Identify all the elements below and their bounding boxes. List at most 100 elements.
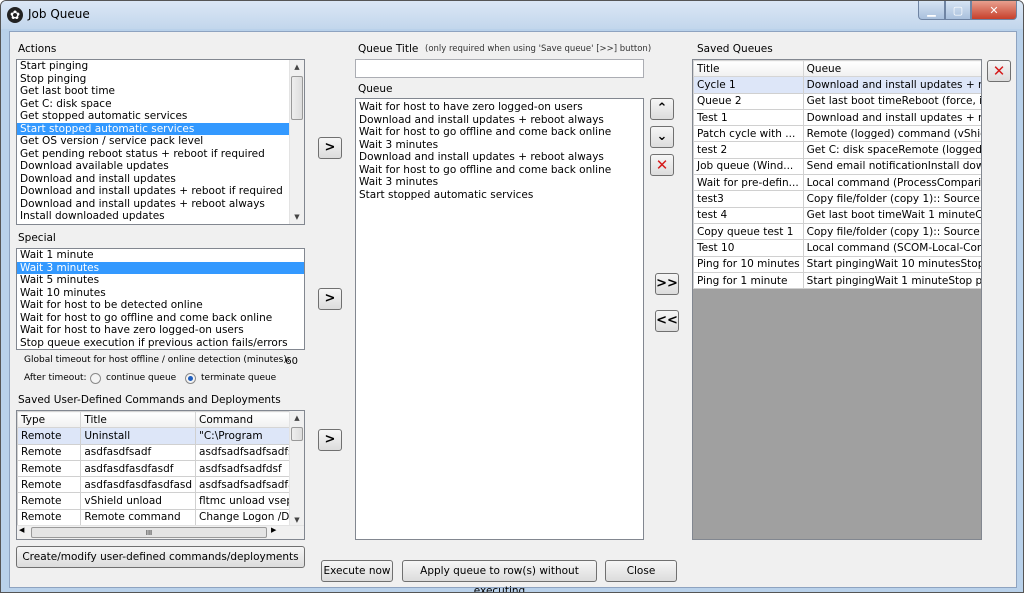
command-row[interactable]: Remote vShield unload fltmc unload vsepfl xyxy=(17,492,304,510)
queue-item[interactable]: Wait for host to go offline and come bac… xyxy=(356,126,643,139)
table-cell[interactable]: Send email notificationInstall downloa..… xyxy=(802,157,981,176)
table-cell[interactable]: Get last boot timeWait 1 minuteCopy fi..… xyxy=(802,206,981,224)
saved-queue-row[interactable]: Test 10Local command (SCOM-Local-Comma..… xyxy=(693,239,981,257)
saved-queue-row[interactable]: Patch cycle with ... Remote (logged) comm… xyxy=(693,125,981,143)
add-special-button[interactable]: > xyxy=(318,288,342,310)
table-cell[interactable]: Local command (ProcessComparison.... xyxy=(802,174,981,192)
table-cell[interactable]: Remote xyxy=(17,459,82,478)
table-cell[interactable]: Patch cycle with ... xyxy=(693,125,804,143)
action-item[interactable]: Install downloaded updates xyxy=(17,210,304,223)
saved-queue-row[interactable]: Cycle 1Download and install updates + re… xyxy=(693,76,981,94)
command-row[interactable]: Remote Uninstall "C:\Program xyxy=(17,427,304,445)
table-cell[interactable]: Get last boot timeReboot (force, if req.… xyxy=(802,92,981,110)
queue-title-input[interactable] xyxy=(355,59,644,78)
table-cell[interactable]: Start pingingWait 10 minutesStop ping... xyxy=(802,255,981,273)
special-item[interactable]: Wait 1 minute xyxy=(17,249,304,262)
action-item[interactable]: Start stopped automatic services xyxy=(17,122,304,135)
save-queue-button[interactable]: >> xyxy=(655,273,679,295)
scroll-left-icon[interactable]: ◀ xyxy=(19,526,24,534)
table-cell[interactable]: Remote xyxy=(17,427,82,445)
action-item[interactable]: Download and install updates + reboot al… xyxy=(17,198,304,211)
command-row[interactable]: Remote Remote command Change Logon /Di xyxy=(17,508,304,527)
action-item[interactable]: Download available updates xyxy=(17,160,304,173)
scroll-thumb[interactable] xyxy=(291,76,303,120)
commands-vscroll[interactable]: ▲ ▼ xyxy=(289,411,304,527)
table-cell[interactable]: Remote xyxy=(17,508,82,527)
command-row[interactable]: Remote asdfasdfasdfasdf asdfsadfsadfdsf xyxy=(17,459,304,478)
maximize-button[interactable]: ▢ xyxy=(945,1,971,20)
table-cell[interactable]: Remote xyxy=(17,476,82,494)
table-cell[interactable]: Cycle 1 xyxy=(693,76,804,94)
table-cell[interactable]: Test 10 xyxy=(693,239,804,257)
action-item[interactable]: Get last boot time xyxy=(17,85,304,98)
table-cell[interactable]: asdfasdfsadf xyxy=(80,443,197,461)
apply-queue-button[interactable]: Apply queue to row(s) without executing xyxy=(402,560,597,592)
queue-listbox[interactable]: Wait for host to have zero logged-on use… xyxy=(355,98,644,540)
delete-saved-queue-button[interactable]: ✕ xyxy=(987,60,1011,82)
table-cell[interactable]: fltmc unload vsepfl xyxy=(195,492,304,510)
actions-listbox[interactable]: Start pinging Stop pinging Get last boot t… xyxy=(16,59,305,225)
action-item[interactable]: Stop pinging xyxy=(17,73,304,86)
queue-item[interactable]: Wait 3 minutes xyxy=(356,176,643,189)
saved-commands-grid[interactable]: Type Title Command Remote Uninstall "C:\Progr… xyxy=(16,410,305,540)
load-queue-button[interactable]: << xyxy=(655,310,679,332)
action-item[interactable]: Get OS version / service pack level xyxy=(17,135,304,148)
execute-now-button[interactable]: Execute now xyxy=(321,560,393,582)
continue-queue-radio[interactable] xyxy=(90,373,101,384)
saved-queue-row[interactable]: Ping for 10 minutes Start pingingWait 10 … xyxy=(693,255,981,273)
special-item[interactable]: Wait for host to have zero logged-on use… xyxy=(17,324,304,337)
command-row[interactable]: Remote asdfasdfsadf asdfsadfsadfsadfsa xyxy=(17,443,304,461)
saved-queue-row[interactable]: test3Copy file/folder (copy 1):: Source:… xyxy=(693,190,981,208)
column-header[interactable]: Title xyxy=(693,60,804,78)
saved-queue-row[interactable]: test 2Get C: disk spaceRemote (logged) c… xyxy=(693,141,981,159)
table-cell[interactable]: Test 1 xyxy=(693,108,804,127)
table-cell[interactable]: test 4 xyxy=(693,206,804,224)
saved-queue-row[interactable]: Ping for 1 minute Start pingingWait 1 min… xyxy=(693,271,981,290)
table-cell[interactable]: asdfsadfsadfsadfas xyxy=(195,476,304,494)
column-header[interactable]: Queue xyxy=(802,60,981,78)
scroll-thumb[interactable] xyxy=(291,427,303,441)
column-header[interactable]: Title xyxy=(80,411,197,429)
column-header[interactable]: Command xyxy=(195,411,304,429)
table-cell[interactable]: test3 xyxy=(693,190,804,208)
add-action-button[interactable]: > xyxy=(318,137,342,159)
table-cell[interactable]: Wait for pre-defin... xyxy=(693,174,804,192)
table-cell[interactable]: Copy queue test 1 xyxy=(693,222,804,241)
scroll-up-icon[interactable]: ▲ xyxy=(290,411,304,425)
saved-queue-row[interactable]: Test 1Download and install updates + reb… xyxy=(693,108,981,127)
table-cell[interactable]: Job queue (Wind... xyxy=(693,157,804,176)
special-listbox[interactable]: Wait 1 minute Wait 3 minutes Wait 5 minute… xyxy=(16,248,305,350)
move-down-button[interactable]: ⌄ xyxy=(650,126,674,148)
table-cell[interactable]: Uninstall xyxy=(80,427,197,445)
table-cell[interactable]: Remote command xyxy=(80,508,197,527)
minimize-button[interactable]: ▁ xyxy=(918,1,945,20)
special-item[interactable]: Wait 10 minutes xyxy=(17,287,304,300)
action-item[interactable]: Download and install updates xyxy=(17,173,304,186)
table-cell[interactable]: asdfsadfsadfdsf xyxy=(195,459,304,478)
queue-item[interactable]: Wait for host to have zero logged-on use… xyxy=(356,101,643,114)
table-cell[interactable]: Ping for 1 minute xyxy=(693,271,804,290)
table-cell[interactable]: Local command (SCOM-Local-Comma... xyxy=(802,239,981,257)
table-cell[interactable]: Remote (logged) command (vShield u... xyxy=(802,125,981,143)
saved-queue-row[interactable]: Wait for pre-defin... Local command (Proc… xyxy=(693,174,981,192)
hscroll-thumb[interactable]: III xyxy=(31,527,267,538)
column-header[interactable]: Type xyxy=(17,411,82,429)
table-cell[interactable]: "C:\Program xyxy=(195,427,304,445)
special-item[interactable]: Wait for host to be detected online xyxy=(17,299,304,312)
scroll-up-icon[interactable]: ▲ xyxy=(290,60,304,74)
table-cell[interactable]: Copy file/folder (copy 1):: Source:: C:\… xyxy=(802,190,981,208)
queue-item[interactable]: Start stopped automatic services xyxy=(356,189,643,202)
move-up-button[interactable]: ⌃ xyxy=(650,98,674,120)
table-cell[interactable]: Download and install updates + reboo... xyxy=(802,76,981,94)
terminate-queue-radio[interactable] xyxy=(185,373,196,384)
saved-queue-row[interactable]: Copy queue test 1 Copy file/folder (copy … xyxy=(693,222,981,241)
table-cell[interactable]: Change Logon /Di xyxy=(195,508,304,527)
table-cell[interactable]: Copy file/folder (copy 1):: Source:: C:\… xyxy=(802,222,981,241)
scroll-right-icon[interactable]: ▶ xyxy=(271,526,276,534)
special-item[interactable]: Wait 5 minutes xyxy=(17,274,304,287)
actions-scrollbar[interactable]: ▲ ▼ xyxy=(289,60,304,224)
action-item[interactable]: Get C: disk space xyxy=(17,98,304,111)
modify-commands-button[interactable]: Create/modify user-defined commands/depl… xyxy=(16,546,305,568)
table-cell[interactable]: Download and install updates + reboo... xyxy=(802,108,981,127)
queue-item[interactable]: Wait 3 minutes xyxy=(356,139,643,152)
